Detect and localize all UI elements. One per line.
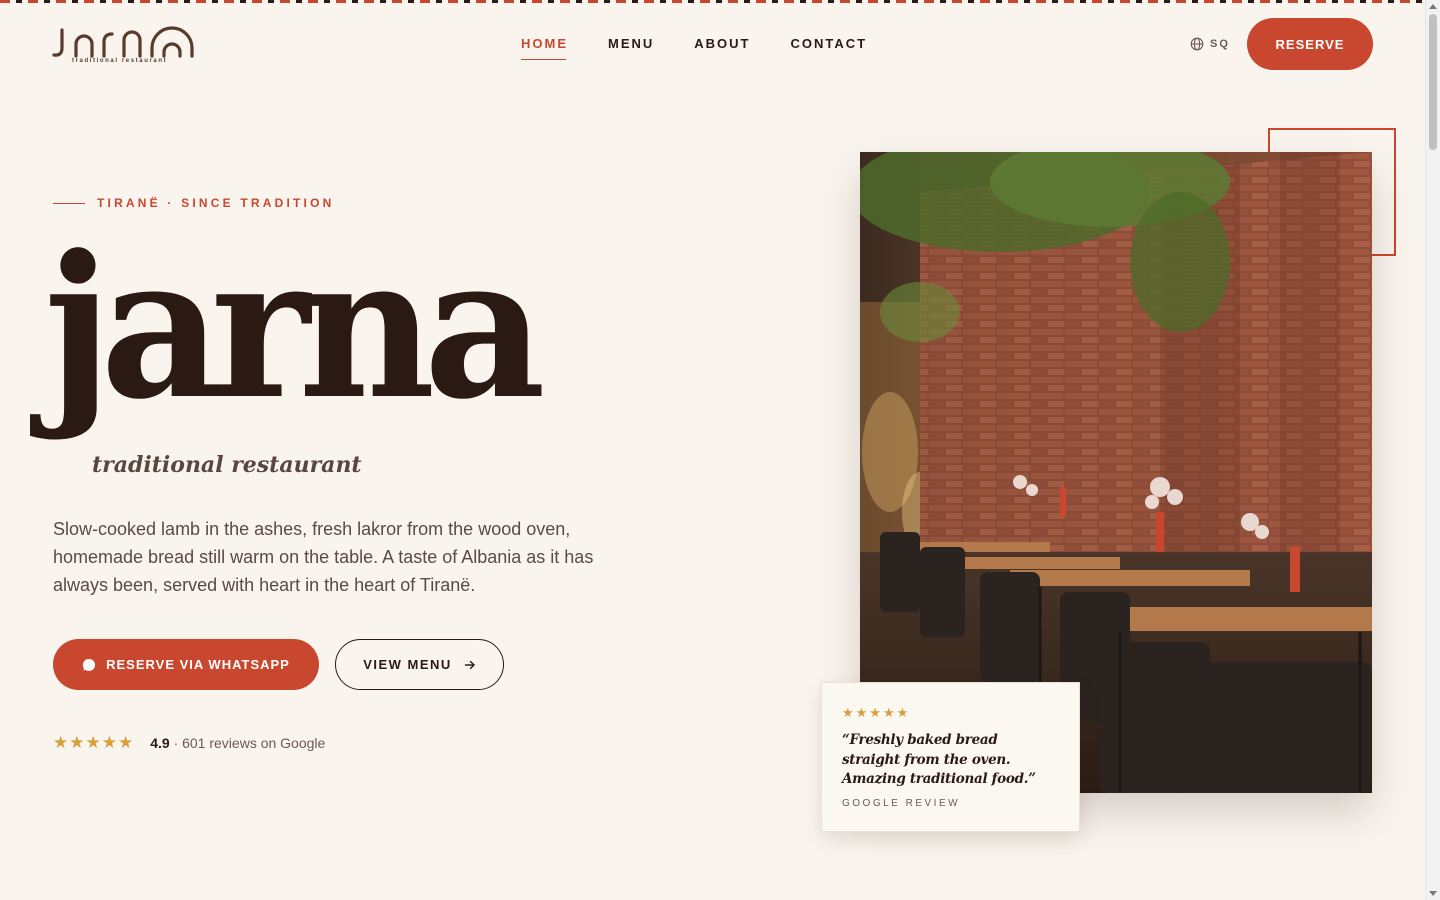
- reserve-whatsapp-button[interactable]: RESERVE VIA WHATSAPP: [53, 639, 319, 690]
- chat-bubble-icon: [82, 658, 96, 671]
- hero-title: jarna: [44, 213, 546, 443]
- logo-tagline: traditional restaurant: [72, 58, 168, 64]
- hero-description: Slow-cooked lamb in the ashes, fresh lak…: [53, 519, 594, 595]
- globe-icon: [1190, 37, 1204, 51]
- review-source: GOOGLE REVIEW: [842, 797, 961, 809]
- nav-item-about[interactable]: ABOUT: [694, 36, 750, 60]
- nav-item-menu[interactable]: MENU: [608, 36, 654, 60]
- rating-score: 4.9: [150, 735, 170, 751]
- decorative-top-border: [0, 0, 1425, 3]
- reserve-button[interactable]: RESERVE: [1247, 18, 1373, 70]
- review-card: ★★★★★ “Freshly baked bread straight from…: [821, 682, 1080, 832]
- rating-text: · 601 reviews on Google: [173, 735, 326, 751]
- logo-wordmark-icon: [52, 26, 194, 58]
- hero-subtitle: traditional restaurant: [92, 452, 362, 478]
- eyebrow-line: [53, 202, 85, 204]
- review-quote: “Freshly baked bread straight from the o…: [842, 732, 1036, 787]
- language-switcher[interactable]: SQ: [1190, 37, 1230, 51]
- hero-eyebrow: TIRANË · SINCE TRADITION: [53, 196, 334, 210]
- view-menu-label: VIEW MENU: [363, 657, 452, 672]
- google-rating: ★★★★★ 4.9 · 601 reviews on Google: [53, 733, 325, 753]
- scroll-down-arrow-icon[interactable]: [1429, 891, 1437, 896]
- nav-item-contact[interactable]: CONTACT: [791, 36, 868, 60]
- rating-stars: ★★★★★: [53, 733, 135, 752]
- rating-summary: 4.9 · 601 reviews on Google: [150, 735, 325, 751]
- logo[interactable]: traditional restaurant: [52, 26, 194, 68]
- reserve-whatsapp-label: RESERVE VIA WHATSAPP: [106, 657, 290, 672]
- main-nav: HOME MENU ABOUT CONTACT: [521, 36, 867, 60]
- page-scrollbar[interactable]: [1425, 0, 1440, 900]
- view-menu-button[interactable]: VIEW MENU: [335, 639, 504, 690]
- scrollbar-thumb[interactable]: [1429, 14, 1437, 150]
- nav-item-home[interactable]: HOME: [521, 36, 568, 60]
- review-stars: ★★★★★: [842, 705, 911, 720]
- scroll-up-arrow-icon[interactable]: [1429, 4, 1437, 9]
- eyebrow-text: TIRANË · SINCE TRADITION: [97, 196, 335, 210]
- language-label: SQ: [1210, 38, 1230, 50]
- arrow-right-icon: [464, 660, 475, 669]
